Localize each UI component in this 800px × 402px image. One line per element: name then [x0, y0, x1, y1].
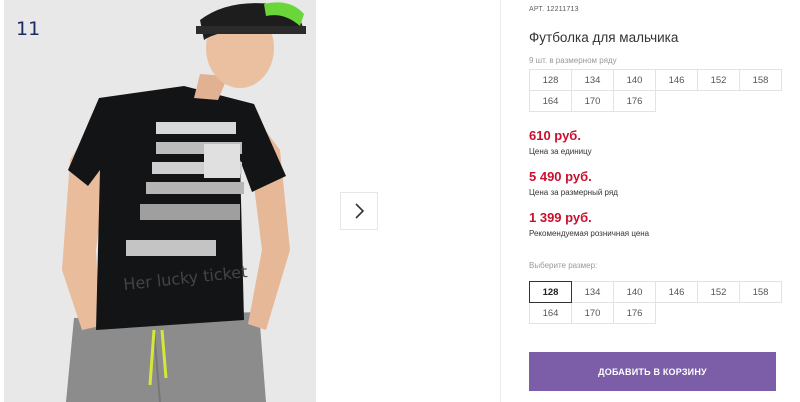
pack-label: 9 шт. в размерном ряду	[529, 56, 617, 65]
article-number: АРТ. 12211713	[529, 6, 579, 13]
pack-size-cell: 146	[655, 69, 698, 91]
size-selector: 128 134 140 146 152 158 164 170 176	[529, 281, 782, 324]
size-option[interactable]: 140	[613, 281, 656, 303]
pack-size-cell: 152	[697, 69, 740, 91]
add-to-cart-button[interactable]: ДОБАВИТЬ В КОРЗИНУ	[529, 352, 776, 391]
price-pack: 5 490 руб.	[529, 169, 592, 184]
size-option[interactable]: 170	[571, 302, 614, 324]
price-pack-note: Цена за размерный ряд	[529, 188, 618, 197]
product-photo: Her lucky ticket 11	[4, 0, 316, 402]
boy-tshirt-photo: Her lucky ticket	[4, 0, 316, 402]
pack-size-grid: 128 134 140 146 152 158 164 170 176	[529, 69, 782, 112]
pack-size-cell: 170	[571, 90, 614, 112]
size-option-selected[interactable]: 128	[529, 281, 572, 303]
price-retail: 1 399 руб.	[529, 210, 592, 225]
size-option[interactable]: 134	[571, 281, 614, 303]
size-option[interactable]: 152	[697, 281, 740, 303]
pack-size-cell: 140	[613, 69, 656, 91]
size-option[interactable]: 146	[655, 281, 698, 303]
price-retail-note: Рекомендуемая розничная цена	[529, 229, 650, 238]
pack-size-cell: 164	[529, 90, 572, 112]
article-value: 12211713	[546, 6, 579, 13]
pack-size-cell: 134	[571, 69, 614, 91]
product-gallery: Her lucky ticket 11	[0, 0, 500, 402]
size-option[interactable]: 176	[613, 302, 656, 324]
article-label: АРТ.	[529, 6, 545, 13]
chevron-right-icon	[355, 203, 365, 219]
next-image-button[interactable]	[340, 192, 378, 230]
pack-size-cell: 128	[529, 69, 572, 91]
price-unit-note: Цена за единицу	[529, 147, 592, 156]
divider	[500, 0, 501, 402]
size-option[interactable]: 164	[529, 302, 572, 324]
pack-size-cell: 176	[613, 90, 656, 112]
product-title: Футболка для мальчика	[529, 30, 679, 45]
price-unit: 610 руб.	[529, 128, 581, 143]
choose-size-label: Выберите размер:	[529, 261, 598, 270]
slide-number: 11	[16, 18, 41, 40]
size-option[interactable]: 158	[739, 281, 782, 303]
pack-size-cell: 158	[739, 69, 782, 91]
